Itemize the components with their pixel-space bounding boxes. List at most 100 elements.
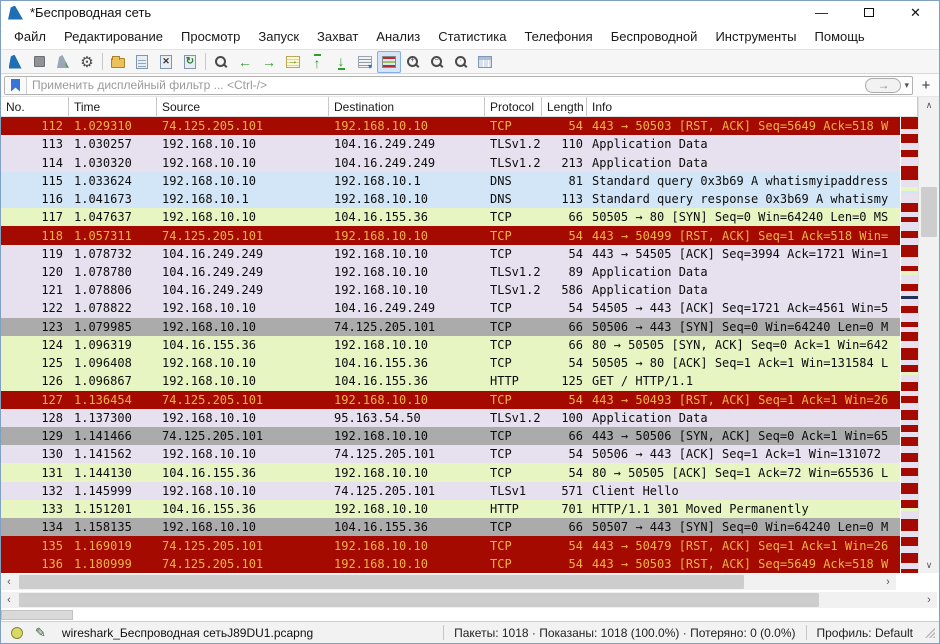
packet-row[interactable]: 1151.033624192.168.10.10192.168.10.1DNS8…: [1, 172, 918, 190]
menu-статистика[interactable]: Статистика: [429, 26, 515, 47]
menu-помощь[interactable]: Помощь: [806, 26, 874, 47]
hscroll-track-2[interactable]: [17, 592, 921, 608]
filter-bookmark-button[interactable]: [5, 77, 27, 94]
scroll-left-arrow-icon[interactable]: ‹: [1, 594, 17, 606]
scroll-right-arrow-icon[interactable]: ›: [921, 594, 937, 606]
packet-row[interactable]: 1311.144130104.16.155.36192.168.10.10TCP…: [1, 463, 918, 481]
go-first-button[interactable]: ↑: [305, 51, 329, 73]
column-header-no[interactable]: No.: [1, 97, 69, 116]
scroll-left-arrow-icon[interactable]: ‹: [1, 576, 17, 588]
stop-capture-icon: [34, 56, 45, 67]
packet-row[interactable]: 1281.137300192.168.10.1095.163.54.50TLSv…: [1, 409, 918, 427]
packet-row[interactable]: 1351.16901974.125.205.101192.168.10.10TC…: [1, 536, 918, 554]
packet-row[interactable]: 1161.041673192.168.10.1192.168.10.10DNS1…: [1, 190, 918, 208]
capture-options-button[interactable]: [75, 51, 99, 73]
find-packet-button[interactable]: [209, 51, 233, 73]
packet-row[interactable]: 1181.05731174.125.205.101192.168.10.10TC…: [1, 226, 918, 244]
reload-file-button[interactable]: [178, 51, 202, 73]
capture-comment-icon[interactable]: ✎: [35, 625, 46, 641]
zoom-original-button[interactable]: [449, 51, 473, 73]
packet-row[interactable]: 1141.030320192.168.10.10104.16.249.249TL…: [1, 153, 918, 171]
scroll-right-arrow-icon[interactable]: ›: [880, 576, 896, 588]
packet-row[interactable]: 1201.078780104.16.249.249192.168.10.10TL…: [1, 263, 918, 281]
menu-просмотр[interactable]: Просмотр: [172, 26, 249, 47]
scroll-down-arrow-icon[interactable]: ∨: [919, 557, 939, 573]
menu-редактирование[interactable]: Редактирование: [55, 26, 172, 47]
scroll-up-arrow-icon[interactable]: ∧: [919, 97, 939, 113]
close-file-button[interactable]: [154, 51, 178, 73]
cell-protocol: TLSv1.2: [485, 137, 542, 151]
packet-row[interactable]: 1321.145999192.168.10.1074.125.205.101TL…: [1, 482, 918, 500]
packet-row[interactable]: 1231.079985192.168.10.1074.125.205.101TC…: [1, 318, 918, 336]
packet-row[interactable]: 1301.141562192.168.10.1074.125.205.101TC…: [1, 445, 918, 463]
resize-grip[interactable]: [925, 628, 935, 638]
menu-анализ[interactable]: Анализ: [367, 26, 429, 47]
expert-info-icon[interactable]: [11, 627, 23, 639]
cell-info: GET / HTTP/1.1: [587, 374, 918, 388]
profile-label[interactable]: Профиль: Default: [806, 625, 924, 640]
menu-инструменты[interactable]: Инструменты: [706, 26, 805, 47]
hscroll-thumb-1[interactable]: [19, 575, 744, 589]
hscroll-thumb-2[interactable]: [19, 593, 819, 607]
packet-row[interactable]: 1341.158135192.168.10.10104.16.155.36TCP…: [1, 518, 918, 536]
zoom-out-button[interactable]: [425, 51, 449, 73]
packet-row[interactable]: 1121.02931074.125.205.101192.168.10.10TC…: [1, 117, 918, 135]
packet-row[interactable]: 1261.096867192.168.10.10104.16.155.36HTT…: [1, 372, 918, 390]
go-forward-button[interactable]: →: [257, 51, 281, 73]
menu-беспроводной[interactable]: Беспроводной: [602, 26, 707, 47]
packet-row[interactable]: 1291.14146674.125.205.101192.168.10.10TC…: [1, 427, 918, 445]
filter-dropdown-caret-icon[interactable]: ▾: [904, 80, 909, 91]
minimize-button[interactable]: —: [798, 1, 845, 24]
splitter-grip[interactable]: [1, 610, 73, 620]
packet-row[interactable]: 1361.18099974.125.205.101192.168.10.10TC…: [1, 555, 918, 573]
cell-info: HTTP/1.1 301 Moved Permanently: [587, 502, 918, 516]
menu-захват[interactable]: Захват: [308, 26, 367, 47]
column-header-length[interactable]: Length: [542, 97, 587, 116]
menu-файл[interactable]: Файл: [5, 26, 55, 47]
go-back-button[interactable]: ←: [233, 51, 257, 73]
stop-capture-button[interactable]: [27, 51, 51, 73]
packet-row[interactable]: 1171.047637192.168.10.10104.16.155.36TCP…: [1, 208, 918, 226]
vertical-scrollbar[interactable]: ∧ ∨: [918, 97, 939, 573]
colorize-button[interactable]: [377, 51, 401, 73]
filter-add-button[interactable]: +: [917, 76, 935, 95]
save-file-button[interactable]: [130, 51, 154, 73]
column-header-source[interactable]: Source: [157, 97, 329, 116]
column-header-protocol[interactable]: Protocol: [485, 97, 542, 116]
zoom-in-button[interactable]: [401, 51, 425, 73]
resize-columns-button[interactable]: [473, 51, 497, 73]
cell-source: 192.168.10.10: [157, 411, 329, 425]
packet-row[interactable]: 1331.151201104.16.155.36192.168.10.10HTT…: [1, 500, 918, 518]
packet-row[interactable]: 1211.078806104.16.249.249192.168.10.10TL…: [1, 281, 918, 299]
packet-row[interactable]: 1241.096319104.16.155.36192.168.10.10TCP…: [1, 336, 918, 354]
packet-list-hscrollbar[interactable]: ‹ ›: [1, 574, 896, 590]
packet-minimap[interactable]: [900, 117, 918, 573]
start-capture-button[interactable]: [3, 51, 27, 73]
packet-row[interactable]: 1251.096408192.168.10.10104.16.155.36TCP…: [1, 354, 918, 372]
auto-scroll-button[interactable]: [353, 51, 377, 73]
secondary-hscrollbar[interactable]: ‹ ›: [1, 592, 937, 608]
packet-row[interactable]: 1191.078732104.16.249.249192.168.10.10TC…: [1, 245, 918, 263]
cell-no: 132: [1, 484, 69, 498]
go-last-button[interactable]: ↓: [329, 51, 353, 73]
close-button[interactable]: ✕: [892, 1, 939, 24]
display-filter-input[interactable]: Применить дисплейный фильтр ... <Ctrl-/>…: [4, 76, 913, 95]
menu-запуск[interactable]: Запуск: [249, 26, 308, 47]
packet-row[interactable]: 1271.13645474.125.205.101192.168.10.10TC…: [1, 391, 918, 409]
vertical-scroll-thumb[interactable]: [921, 187, 937, 237]
packet-row[interactable]: 1221.078822192.168.10.10104.16.249.249TC…: [1, 299, 918, 317]
menu-телефония[interactable]: Телефония: [515, 26, 601, 47]
hscroll-track-1[interactable]: [17, 574, 880, 590]
cell-protocol: DNS: [485, 174, 542, 188]
go-to-packet-button[interactable]: [281, 51, 305, 73]
maximize-button[interactable]: [845, 1, 892, 24]
open-file-button[interactable]: [106, 51, 130, 73]
packet-row[interactable]: 1131.030257192.168.10.10104.16.249.249TL…: [1, 135, 918, 153]
column-header-destination[interactable]: Destination: [329, 97, 485, 116]
restart-capture-button[interactable]: [51, 51, 75, 73]
minimap-stripe: [901, 483, 918, 494]
column-header-time[interactable]: Time: [69, 97, 157, 116]
column-header-info[interactable]: Info: [587, 97, 918, 116]
filter-apply-button[interactable]: →: [865, 78, 901, 93]
vertical-scroll-track[interactable]: [919, 113, 939, 557]
